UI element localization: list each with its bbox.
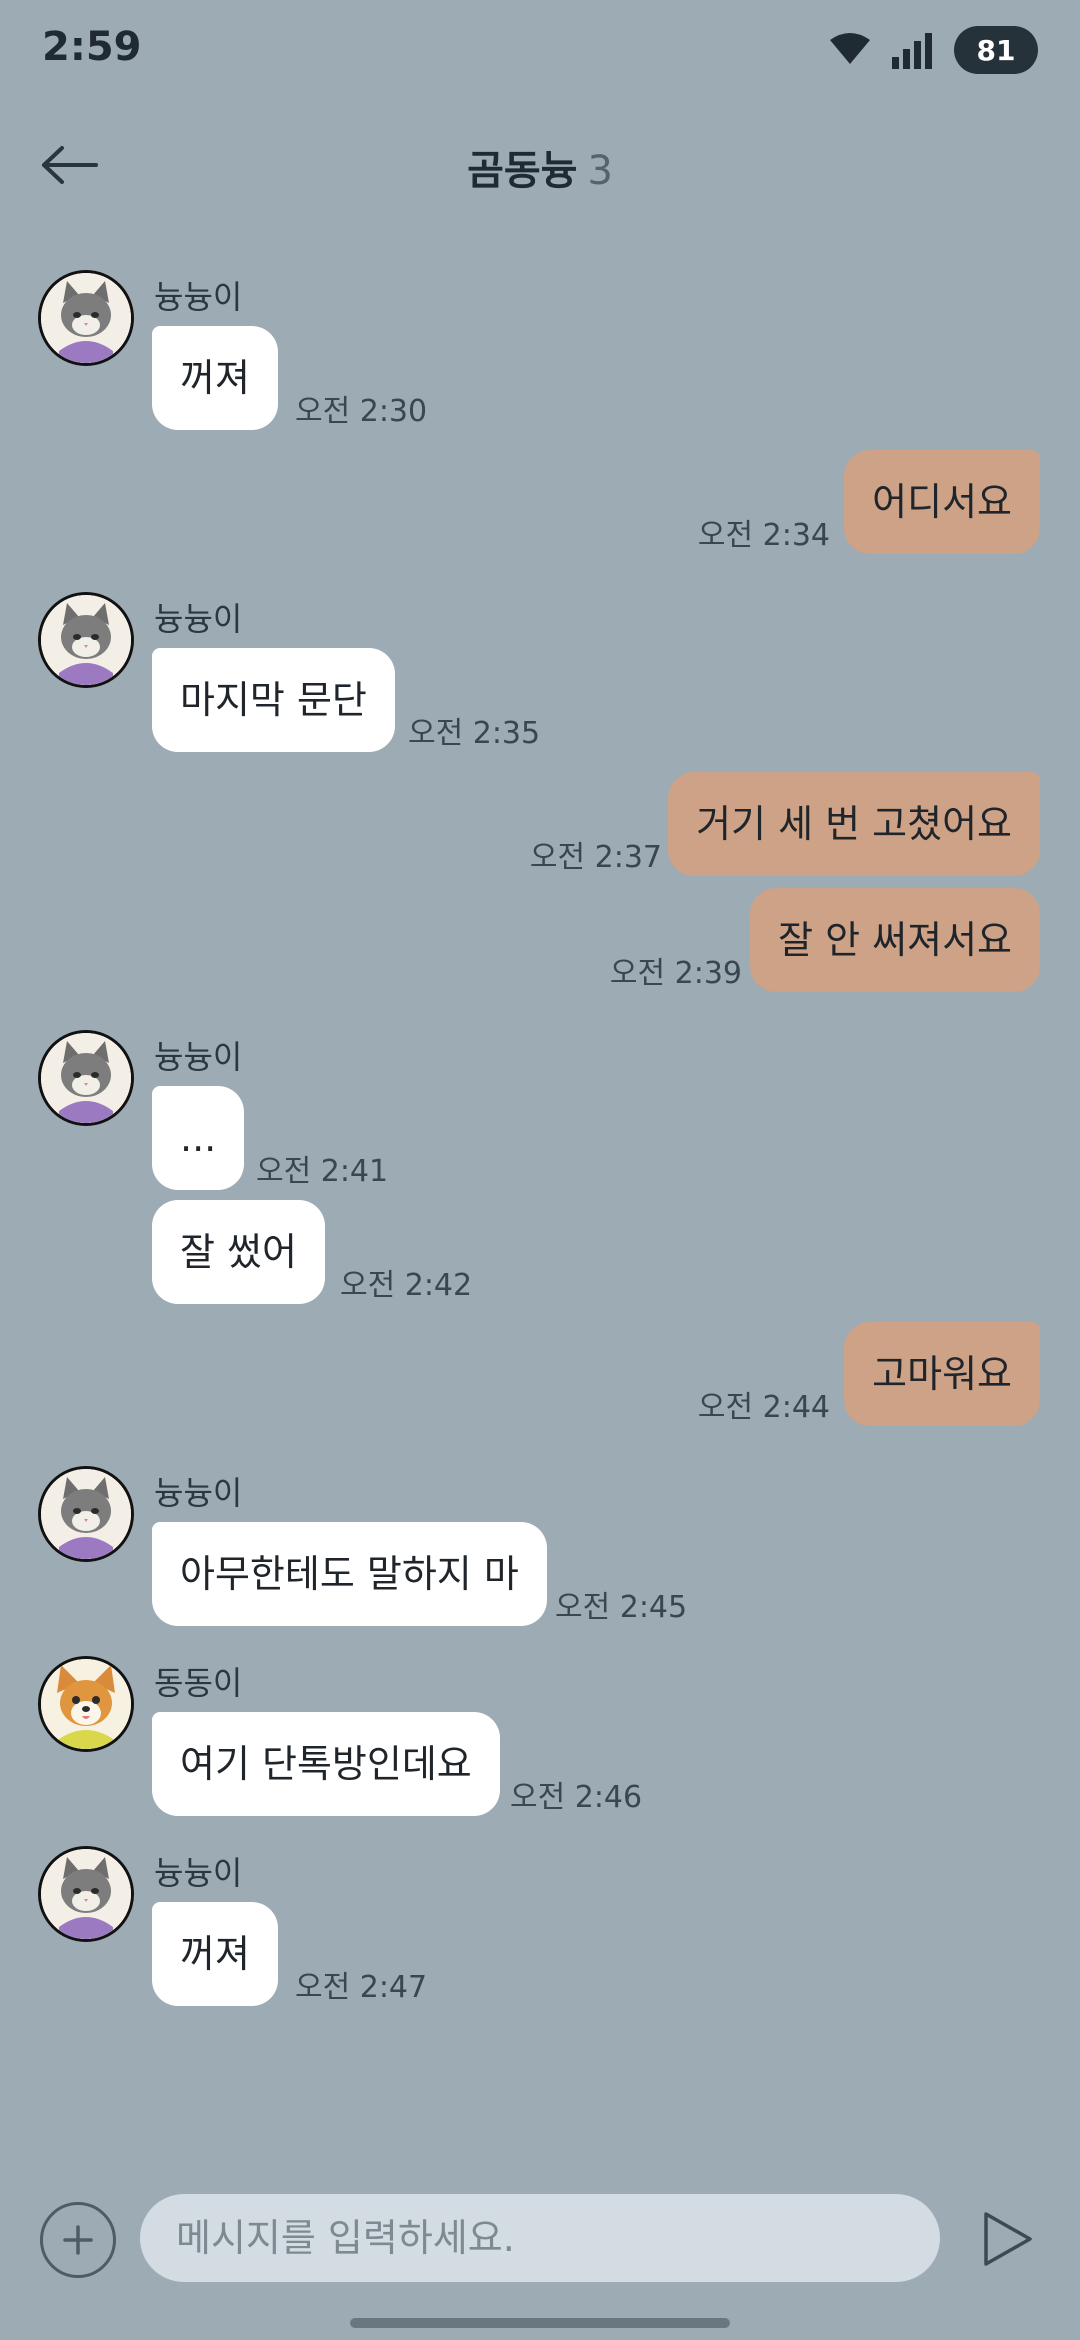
- message-input[interactable]: [140, 2194, 940, 2282]
- message-time: 오전 2:37: [529, 840, 662, 875]
- message-time: 오전 2:34: [697, 518, 830, 553]
- cat-avatar-icon: [41, 273, 131, 363]
- chat-header: 곰동늉 3: [0, 110, 1080, 220]
- sender-name: 동동이: [154, 1664, 243, 1702]
- dog-avatar[interactable]: [38, 1656, 134, 1752]
- member-count: 3: [587, 148, 613, 194]
- cat-avatar[interactable]: [38, 1030, 134, 1126]
- message-time: 오전 2:47: [295, 1970, 428, 2005]
- sender-name: 늉늉이: [154, 1474, 243, 1512]
- status-bar: 2:59 81: [0, 0, 1080, 100]
- message-time: 오전 2:41: [256, 1154, 389, 1189]
- chat-title: 곰동늉: [467, 148, 578, 194]
- message-time: 오전 2:30: [295, 394, 428, 429]
- cat-avatar-icon: [41, 595, 131, 685]
- sender-name: 늉늉이: [154, 1854, 243, 1892]
- message-time: 오전 2:44: [697, 1390, 830, 1425]
- message-bubble[interactable]: 아무한테도 말하지 마: [152, 1522, 547, 1626]
- send-button[interactable]: [976, 2206, 1036, 2272]
- status-icons: 81: [828, 26, 1038, 74]
- sender-name: 늉늉이: [154, 278, 243, 316]
- send-icon: [984, 2212, 1032, 2266]
- attach-button[interactable]: [40, 2202, 116, 2278]
- message-bubble[interactable]: 꺼져: [152, 326, 278, 430]
- cat-avatar[interactable]: [38, 592, 134, 688]
- message-bubble[interactable]: 어디서요: [844, 450, 1040, 554]
- cat-avatar[interactable]: [38, 1466, 134, 1562]
- message-composer: [0, 2180, 1080, 2300]
- cat-avatar-icon: [41, 1849, 131, 1939]
- cat-avatar-icon: [41, 1469, 131, 1559]
- status-time: 2:59: [42, 24, 142, 70]
- chat-title-area: 곰동늉 3: [0, 138, 1080, 196]
- message-bubble[interactable]: 꺼져: [152, 1902, 278, 2006]
- message-time: 오전 2:39: [609, 956, 742, 991]
- wifi-icon: [830, 33, 870, 64]
- message-time: 오전 2:45: [555, 1590, 688, 1625]
- message-time: 오전 2:42: [340, 1268, 473, 1303]
- message-bubble[interactable]: 거기 세 번 고쳤어요: [668, 772, 1040, 876]
- message-time: 오전 2:46: [510, 1780, 643, 1815]
- home-indicator[interactable]: [350, 2318, 730, 2328]
- message-bubble[interactable]: 잘 안 써져서요: [750, 888, 1040, 992]
- cat-avatar[interactable]: [38, 1846, 134, 1942]
- signal-icon: [892, 33, 932, 69]
- message-bubble[interactable]: 고마워요: [844, 1322, 1040, 1426]
- cat-avatar-icon: [41, 1033, 131, 1123]
- battery-indicator: 81: [954, 26, 1038, 74]
- cat-avatar[interactable]: [38, 270, 134, 366]
- sender-name: 늉늉이: [154, 1038, 243, 1076]
- message-bubble[interactable]: ...: [152, 1086, 245, 1190]
- message-bubble[interactable]: 잘 썼어: [152, 1200, 325, 1304]
- dog-avatar-icon: [41, 1659, 131, 1749]
- message-bubble[interactable]: 마지막 문단: [152, 648, 395, 752]
- message-time: 오전 2:35: [408, 716, 541, 751]
- message-bubble[interactable]: 여기 단톡방인데요: [152, 1712, 500, 1816]
- plus-icon: [63, 2225, 93, 2255]
- sender-name: 늉늉이: [154, 600, 243, 638]
